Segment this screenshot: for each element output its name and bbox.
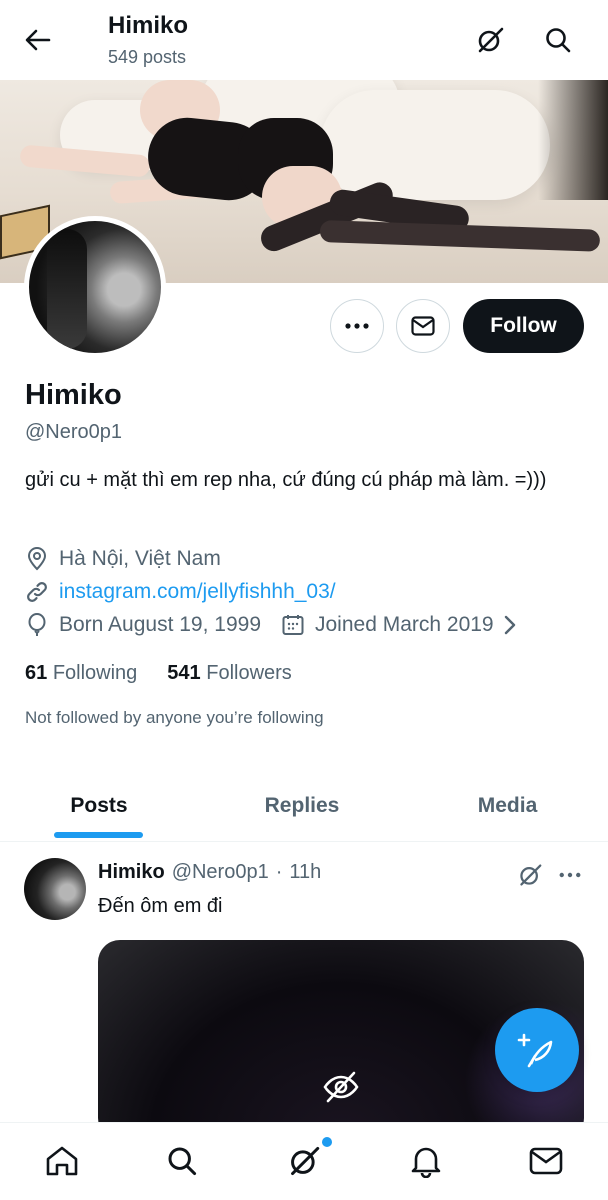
search-icon [546,28,571,53]
post-author[interactable]: Himiko [98,861,165,884]
followers-count: 541 [167,662,201,684]
back-button[interactable] [18,22,58,58]
post-handle[interactable]: @Nero0p1 [172,861,269,884]
envelope-icon [411,316,435,336]
profile-bio: gửi cu + mặt thì em rep nha, cứ đúng cú … [25,469,547,491]
followers-link[interactable]: 541 Followers [167,662,292,685]
search-button[interactable] [536,20,580,60]
website-row: instagram.com/jellyfishhh_03/ [25,577,336,607]
arrow-left-icon [25,29,51,51]
grok-notification-dot [322,1137,332,1147]
link-icon [25,580,49,604]
post-text: Đến ôm em đi [98,895,223,917]
nav-grok[interactable] [280,1137,328,1185]
location-pin-icon [25,547,49,571]
birthday-text: Born August 19, 1999 [59,613,261,636]
balloon-icon [25,613,49,637]
active-tab-indicator [54,832,143,838]
grok-icon [520,864,542,886]
bottom-navigation [0,1122,608,1200]
nav-home[interactable] [38,1137,86,1185]
grok-icon [291,1146,320,1176]
location-row: Hà Nội, Việt Nam [25,544,221,574]
search-icon [168,1147,197,1176]
profile-handle: @Nero0p1 [25,421,123,443]
profile-name: Himiko [25,379,122,411]
notifications-icon [411,1147,441,1178]
not-followed-note: Not followed by anyone you’re following [25,708,324,727]
following-count: 61 [25,662,48,684]
following-label: Following [52,662,138,684]
joined-text: Joined March 2019 [315,613,494,636]
grok-icon [478,27,504,53]
followers-label: Followers [206,662,292,684]
post-grok-button[interactable] [512,860,548,890]
post-time[interactable]: 11h [289,861,321,884]
header-title: Himiko [108,12,189,39]
profile-avatar[interactable] [24,216,166,358]
website-link[interactable]: instagram.com/jellyfishhh_03/ [59,580,336,604]
calendar-icon [281,613,305,637]
more-horizontal-icon [559,872,581,878]
messages-icon [529,1147,563,1175]
more-options-button[interactable] [330,299,384,353]
grok-button[interactable] [468,20,512,60]
post-avatar[interactable] [24,858,86,920]
home-icon [46,1146,78,1176]
eye-slash-icon [323,1071,359,1103]
post-more-button[interactable] [552,860,588,890]
compose-post-button[interactable] [495,1008,579,1092]
nav-notifications[interactable] [402,1137,450,1185]
feather-plus-icon [517,1033,553,1068]
nav-messages[interactable] [522,1137,570,1185]
more-horizontal-icon [345,323,369,329]
post-separator: · [275,861,283,883]
message-button[interactable] [396,299,450,353]
header-post-count: 549 posts [108,47,187,67]
location-text: Hà Nội, Việt Nam [59,547,221,570]
follow-button[interactable]: Follow [463,299,584,353]
dates-row: Born August 19, 1999 Joined March 2019 [25,610,522,640]
following-link[interactable]: 61 Following [25,662,137,685]
top-bar [0,0,608,80]
chevron-right-icon[interactable] [498,613,522,637]
nav-search[interactable] [158,1137,206,1185]
post-header: Himiko @Nero0p1 · 11h [98,861,321,884]
follow-counts: 61 Following 541 Followers [25,662,292,685]
tab-media[interactable]: Media [407,770,608,842]
tab-replies[interactable]: Replies [203,770,401,842]
